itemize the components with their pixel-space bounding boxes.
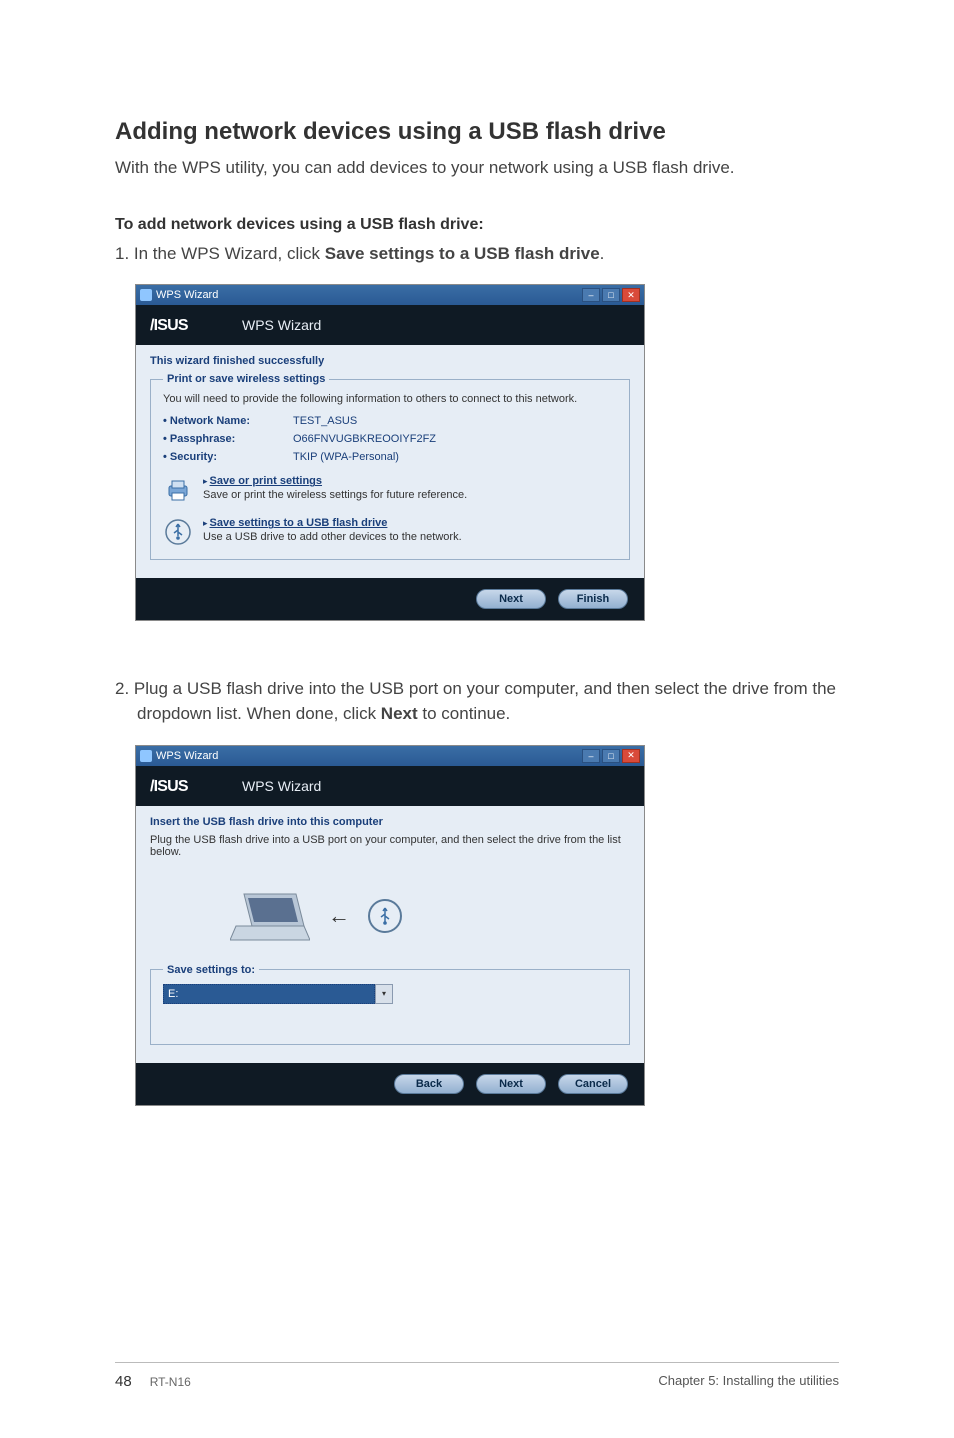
label-network-name: • Network Name: bbox=[163, 415, 293, 427]
back-button[interactable]: Back bbox=[394, 1074, 464, 1094]
close-button[interactable]: ✕ bbox=[622, 749, 640, 763]
window-title: WPS Wizard bbox=[156, 289, 218, 301]
caret-icon: ▸ bbox=[203, 476, 208, 486]
value-passphrase: O66FNVUGBKREOOIYF2FZ bbox=[293, 433, 436, 445]
app-icon bbox=[140, 750, 152, 762]
titlebar: WPS Wizard – □ ✕ bbox=[136, 746, 644, 766]
svg-text:/ISUS: /ISUS bbox=[150, 317, 189, 334]
drive-selected: E: bbox=[163, 984, 375, 1004]
wizard-status: This wizard finished successfully bbox=[150, 355, 630, 367]
value-security: TKIP (WPA-Personal) bbox=[293, 451, 399, 463]
usb-icon bbox=[163, 517, 193, 547]
group-hint: You will need to provide the following i… bbox=[163, 393, 617, 405]
step-2-suffix: to continue. bbox=[418, 704, 511, 723]
model-name: RT-N16 bbox=[150, 1375, 191, 1389]
action-save-print: ▸Save or print settings Save or print th… bbox=[163, 475, 617, 505]
link-save-usb[interactable]: Save settings to a USB flash drive bbox=[210, 517, 388, 529]
illustration: ← bbox=[150, 868, 630, 964]
step-2: 2. Plug a USB flash drive into the USB p… bbox=[115, 677, 839, 726]
minimize-button[interactable]: – bbox=[582, 749, 600, 763]
label-security: • Security: bbox=[163, 451, 293, 463]
asus-logo: /ISUS bbox=[150, 313, 230, 337]
app-icon bbox=[140, 289, 152, 301]
printer-icon bbox=[163, 475, 193, 505]
group-legend: Print or save wireless settings bbox=[163, 373, 329, 385]
screenshot-2-window: WPS Wizard – □ ✕ /ISUS WPS Wizard Insert… bbox=[135, 745, 645, 1106]
titlebar: WPS Wizard – □ ✕ bbox=[136, 285, 644, 305]
wizard-heading: Insert the USB flash drive into this com… bbox=[150, 816, 630, 828]
drive-dropdown[interactable]: E: ▾ bbox=[163, 984, 393, 1004]
brand-title: WPS Wizard bbox=[242, 317, 321, 333]
screenshot-1-window: WPS Wizard – □ ✕ /ISUS WPS Wizard This w… bbox=[135, 284, 645, 621]
asus-logo: /ISUS bbox=[150, 774, 230, 798]
label-passphrase: • Passphrase: bbox=[163, 433, 293, 445]
button-bar: Next Finish bbox=[136, 578, 644, 620]
laptop-icon bbox=[230, 886, 310, 946]
next-button[interactable]: Next bbox=[476, 589, 546, 609]
content-area: Insert the USB flash drive into this com… bbox=[136, 806, 644, 1063]
step-2-bold: Next bbox=[381, 704, 418, 723]
usb-icon bbox=[368, 899, 402, 933]
brand-bar: /ISUS WPS Wizard bbox=[136, 305, 644, 345]
desc-save-usb: Use a USB drive to add other devices to … bbox=[203, 531, 462, 543]
intro-text: With the WPS utility, you can add device… bbox=[115, 156, 839, 180]
subheading: To add network devices using a USB flash… bbox=[115, 216, 839, 234]
button-bar: Back Next Cancel bbox=[136, 1063, 644, 1105]
value-network-name: TEST_ASUS bbox=[293, 415, 357, 427]
row-network-name: • Network Name: TEST_ASUS bbox=[163, 415, 617, 427]
section-title: Adding network devices using a USB flash… bbox=[115, 118, 839, 146]
page-footer: 48 RT-N16 Chapter 5: Installing the util… bbox=[0, 1362, 954, 1390]
save-to-group: Save settings to: E: ▾ bbox=[150, 964, 630, 1045]
row-security: • Security: TKIP (WPA-Personal) bbox=[163, 451, 617, 463]
action-save-usb: ▸Save settings to a USB flash drive Use … bbox=[163, 517, 617, 547]
maximize-button[interactable]: □ bbox=[602, 749, 620, 763]
close-button[interactable]: ✕ bbox=[622, 288, 640, 302]
caret-icon: ▸ bbox=[203, 518, 208, 528]
minimize-button[interactable]: – bbox=[582, 288, 600, 302]
brand-title: WPS Wizard bbox=[242, 778, 321, 794]
maximize-button[interactable]: □ bbox=[602, 288, 620, 302]
step-1-suffix: . bbox=[600, 244, 605, 263]
settings-group: Print or save wireless settings You will… bbox=[150, 373, 630, 560]
step-1-bold: Save settings to a USB flash drive bbox=[325, 244, 600, 263]
window-title: WPS Wizard bbox=[156, 750, 218, 762]
finish-button[interactable]: Finish bbox=[558, 589, 628, 609]
desc-save-print: Save or print the wireless settings for … bbox=[203, 489, 467, 501]
arrow-left-icon: ← bbox=[328, 903, 350, 929]
brand-bar: /ISUS WPS Wizard bbox=[136, 766, 644, 806]
chevron-down-icon[interactable]: ▾ bbox=[375, 984, 393, 1004]
instruction-text: Plug the USB flash drive into a USB port… bbox=[150, 834, 630, 858]
page-number: 48 bbox=[115, 1373, 132, 1390]
content-area: This wizard finished successfully Print … bbox=[136, 345, 644, 578]
step-1-prefix: 1. In the WPS Wizard, click bbox=[115, 244, 325, 263]
link-save-print[interactable]: Save or print settings bbox=[210, 475, 322, 487]
row-passphrase: • Passphrase: O66FNVUGBKREOOIYF2FZ bbox=[163, 433, 617, 445]
next-button[interactable]: Next bbox=[476, 1074, 546, 1094]
group-legend: Save settings to: bbox=[163, 964, 259, 976]
svg-text:/ISUS: /ISUS bbox=[150, 778, 189, 795]
chapter-label: Chapter 5: Installing the utilities bbox=[658, 1373, 839, 1390]
cancel-button[interactable]: Cancel bbox=[558, 1074, 628, 1094]
step-1: 1. In the WPS Wizard, click Save setting… bbox=[115, 242, 839, 267]
